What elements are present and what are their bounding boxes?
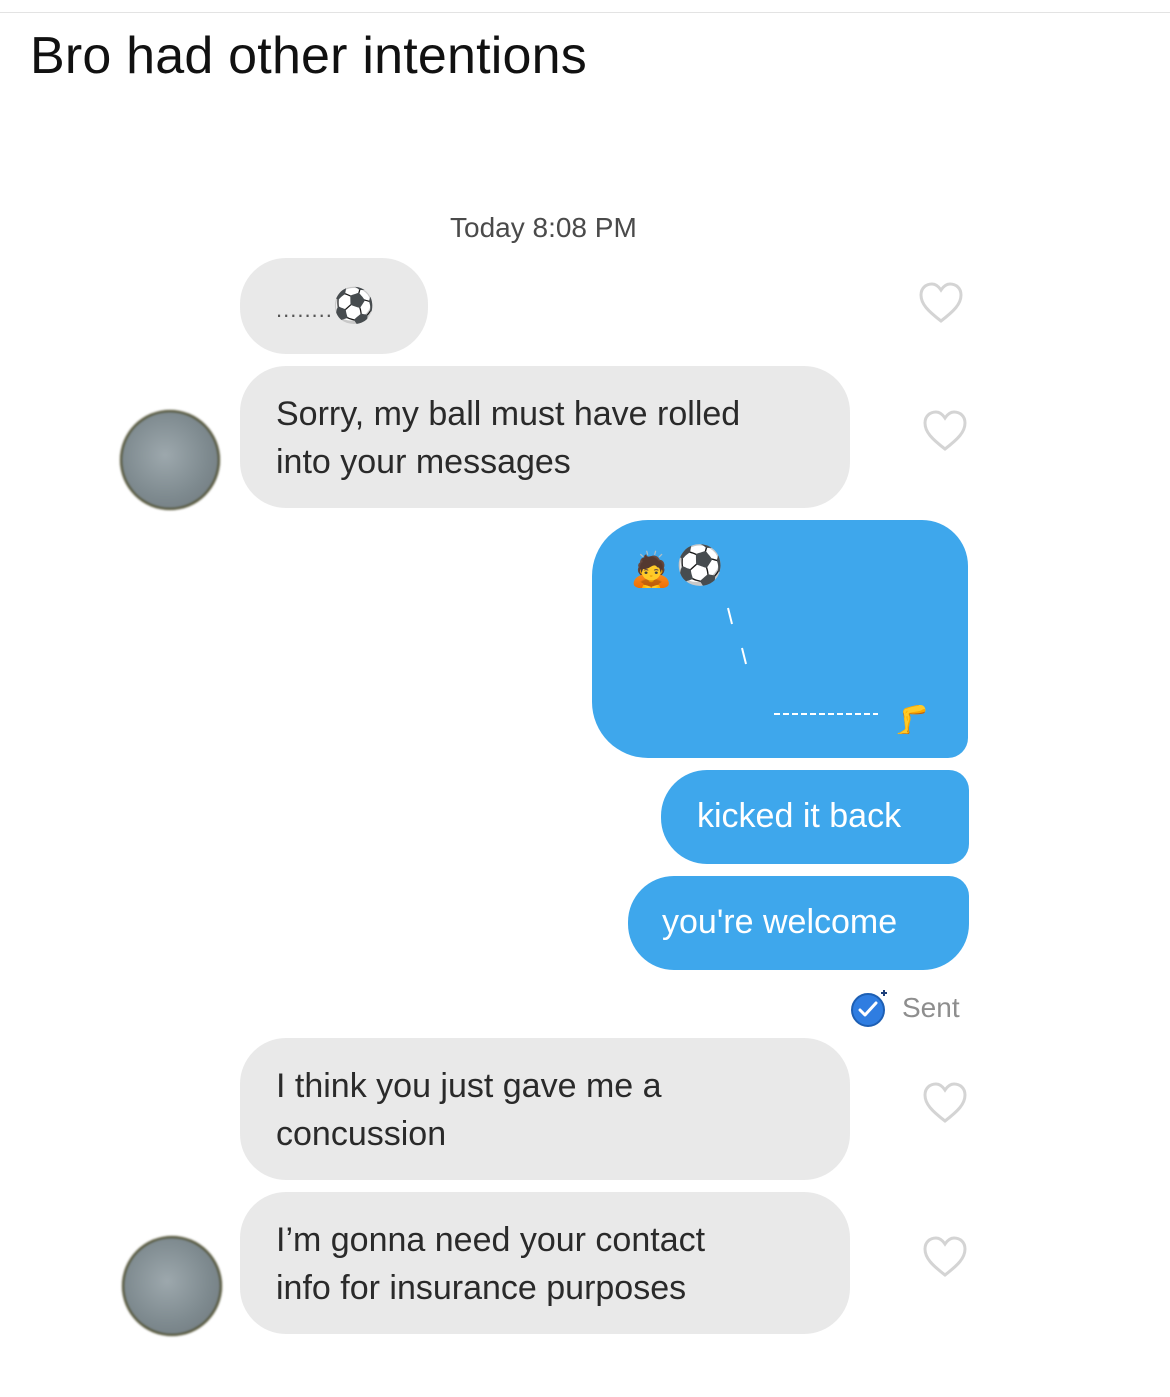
incoming-message[interactable]: I think you just gave me a concussion	[240, 1038, 850, 1180]
incoming-message-ball-emoji[interactable]: ........⚽	[240, 258, 428, 354]
heart-outline-icon[interactable]	[922, 410, 968, 452]
message-timestamp: Today 8:08 PM	[450, 212, 637, 243]
message-text-line: Sorry, my ball must have rolled	[276, 395, 741, 433]
outgoing-message-emoji-drawing[interactable]: 🙇 ⚽ 🦵	[592, 520, 968, 758]
check-badge-icon	[851, 990, 887, 1027]
message-dots-text: ........	[276, 297, 333, 322]
outgoing-message[interactable]: you're welcome	[628, 876, 969, 970]
kicking-leg-emoji: 🦵	[894, 704, 929, 735]
outgoing-message[interactable]: kicked it back	[661, 770, 969, 864]
message-text-line: I think you just gave me a	[276, 1067, 662, 1105]
message-text-line: into your messages	[276, 443, 571, 481]
post-top-divider	[0, 12, 1170, 13]
incoming-message[interactable]: Sorry, my ball must have rolled into you…	[240, 366, 850, 508]
incoming-message[interactable]: I’m gonna need your contact info for ins…	[240, 1192, 850, 1334]
heart-outline-icon[interactable]	[922, 1082, 968, 1124]
post-caption: Bro had other intentions	[30, 27, 587, 85]
message-text: you're welcome	[662, 903, 898, 941]
sent-label: Sent	[902, 992, 960, 1023]
soccer-ball-emoji: ⚽	[332, 287, 376, 325]
heart-outline-icon[interactable]	[918, 282, 964, 324]
contact-avatar[interactable]	[122, 1236, 222, 1336]
contact-avatar[interactable]	[120, 410, 220, 510]
heart-outline-icon[interactable]	[922, 1236, 968, 1278]
message-text-line: concussion	[276, 1115, 447, 1153]
message-text-line: info for insurance purposes	[276, 1269, 687, 1307]
message-text-line: I’m gonna need your contact	[276, 1221, 706, 1259]
message-text: kicked it back	[697, 797, 902, 835]
sent-status: Sent	[850, 988, 960, 1028]
